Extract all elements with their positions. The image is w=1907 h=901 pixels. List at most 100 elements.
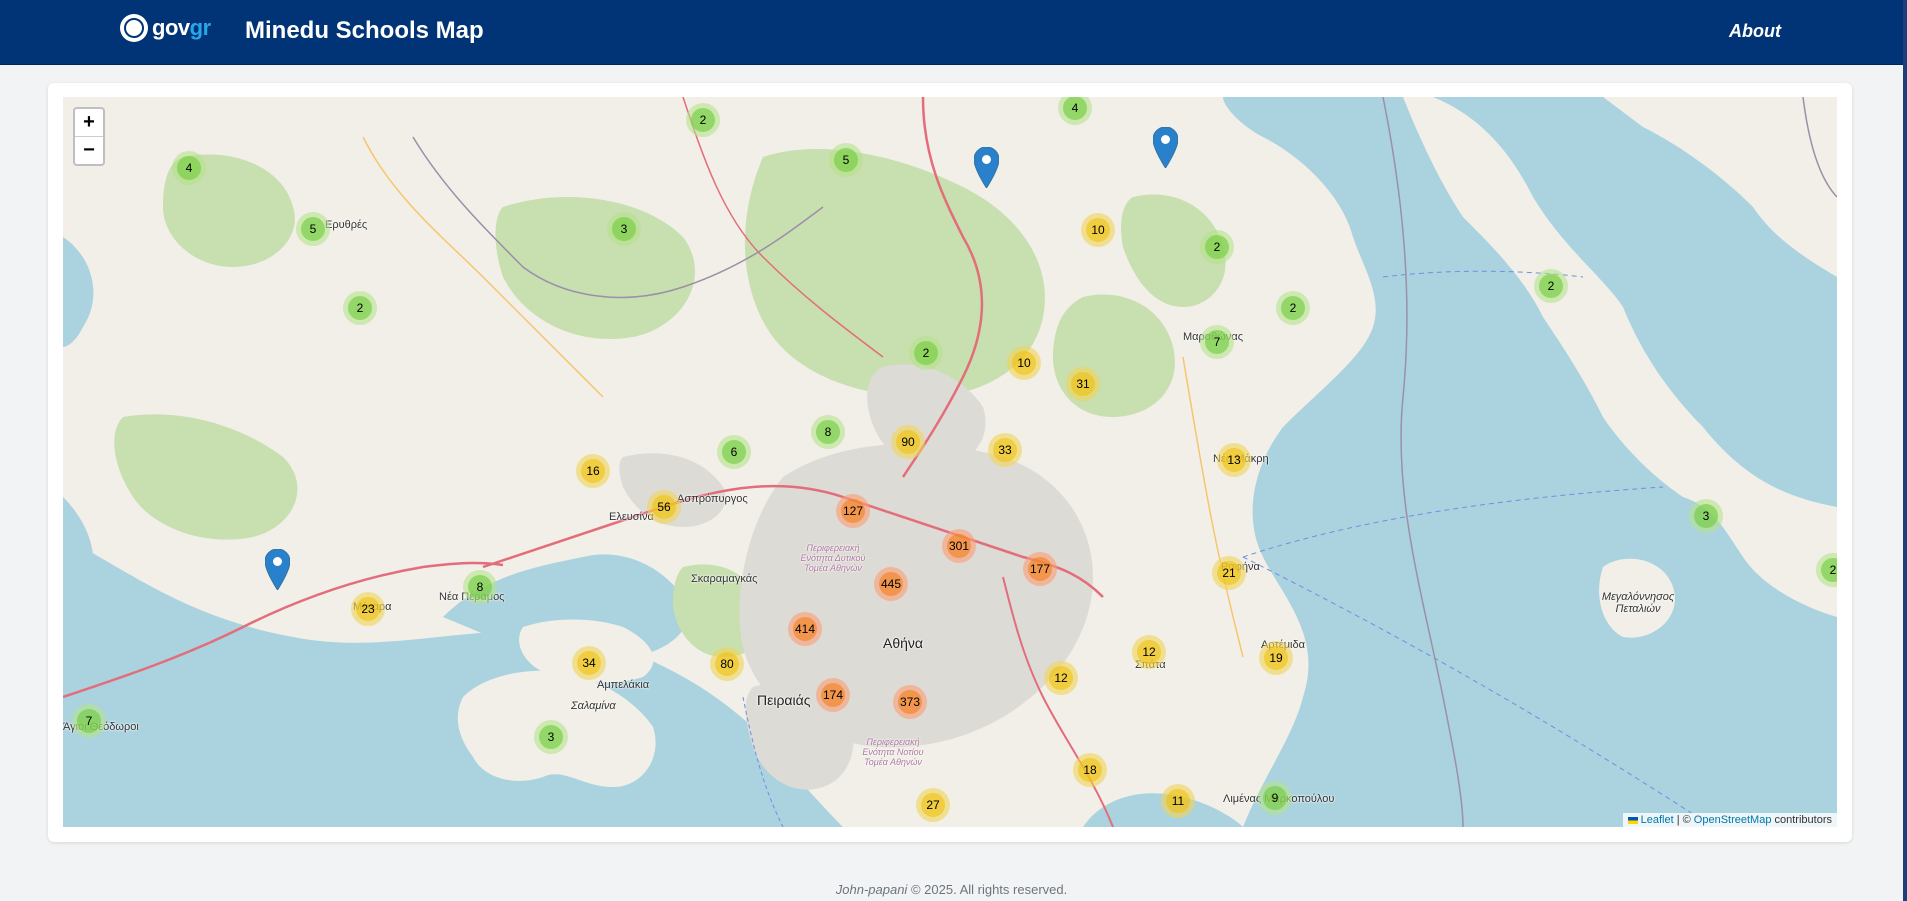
cluster-marker[interactable]: 13 [1217, 443, 1251, 477]
cluster-count: 9 [1263, 786, 1287, 810]
place-label: Ερυθρές [325, 219, 368, 231]
cluster-marker[interactable]: 4 [172, 151, 206, 185]
cluster-count: 2 [1821, 558, 1837, 582]
cluster-count: 127 [841, 499, 865, 523]
map-pin-icon[interactable] [1153, 127, 1178, 168]
cluster-marker[interactable]: 7 [72, 704, 106, 738]
cluster-marker[interactable]: 174 [816, 678, 850, 712]
window-scrollbar[interactable] [1903, 0, 1907, 901]
cluster-marker[interactable]: 6 [717, 435, 751, 469]
cluster-marker[interactable]: 5 [296, 212, 330, 246]
leaflet-link[interactable]: Leaflet [1641, 814, 1674, 826]
cluster-marker[interactable]: 8 [463, 570, 497, 604]
cluster-marker[interactable]: 301 [942, 529, 976, 563]
cluster-count: 80 [715, 652, 739, 676]
map-pin-icon[interactable] [265, 549, 290, 590]
cluster-marker[interactable]: 16 [576, 454, 610, 488]
cluster-count: 34 [577, 651, 601, 675]
cluster-count: 373 [898, 690, 922, 714]
cluster-count: 4 [177, 156, 201, 180]
cluster-count: 10 [1086, 218, 1110, 242]
cluster-marker[interactable]: 34 [572, 646, 606, 680]
cluster-count: 6 [722, 440, 746, 464]
cluster-count: 445 [879, 572, 903, 596]
map-pin-icon[interactable] [974, 147, 999, 188]
cluster-marker[interactable]: 2 [686, 103, 720, 137]
cluster-marker[interactable]: 9 [1258, 781, 1292, 815]
cluster-count: 18 [1078, 758, 1102, 782]
about-link[interactable]: About [1729, 21, 1781, 42]
zoom-control: + − [73, 107, 105, 166]
cluster-marker[interactable]: 19 [1259, 641, 1293, 675]
map-container[interactable]: + − Αθήνα Πειραιάς Σαλαμίνα Ελευσίνα Ασπ… [63, 97, 1837, 827]
cluster-marker[interactable]: 3 [534, 720, 568, 754]
app-title: Minedu Schools Map [245, 17, 484, 44]
cluster-count: 3 [612, 217, 636, 241]
logo-text: govgr [152, 15, 211, 40]
cluster-marker[interactable]: 56 [647, 490, 681, 524]
cluster-marker[interactable]: 18 [1073, 753, 1107, 787]
cluster-marker[interactable]: 3 [607, 212, 641, 246]
cluster-marker[interactable]: 27 [916, 788, 950, 822]
cluster-count: 174 [821, 683, 845, 707]
place-label: Πειραιάς [757, 692, 811, 708]
cluster-count: 2 [1539, 274, 1563, 298]
cluster-marker[interactable]: 33 [988, 433, 1022, 467]
cluster-marker[interactable]: 2 [1200, 230, 1234, 264]
cluster-count: 16 [581, 459, 605, 483]
map-attribution: Leaflet | © OpenStreetMap contributors [1622, 813, 1837, 827]
cluster-count: 23 [356, 597, 380, 621]
zoom-out-button[interactable]: − [75, 137, 103, 164]
cluster-count: 4 [1063, 97, 1087, 120]
cluster-marker[interactable]: 10 [1007, 346, 1041, 380]
footer-text: © 2025. All rights reserved. [910, 882, 1068, 897]
place-label: Ασπρόπυργος [677, 493, 748, 505]
cluster-marker[interactable]: 8 [811, 415, 845, 449]
zoom-in-button[interactable]: + [75, 109, 103, 137]
attribution-separator: | © [1676, 814, 1691, 826]
cluster-marker[interactable]: 12 [1132, 635, 1166, 669]
cluster-marker[interactable]: 7 [1200, 325, 1234, 359]
cluster-marker[interactable]: 11 [1161, 784, 1195, 818]
cluster-marker[interactable]: 373 [893, 685, 927, 719]
cluster-marker[interactable]: 2 [343, 291, 377, 325]
cluster-marker[interactable]: 21 [1212, 556, 1246, 590]
cluster-marker[interactable]: 90 [891, 425, 925, 459]
cluster-count: 90 [896, 430, 920, 454]
place-label: Σκαραμαγκάς [691, 573, 758, 585]
place-label: Μεγαλόννησος Πεταλιών [1601, 591, 1675, 615]
cluster-marker[interactable]: 2 [1276, 291, 1310, 325]
osm-link[interactable]: OpenStreetMap [1694, 814, 1772, 826]
cluster-count: 12 [1137, 640, 1161, 664]
place-label: Αθήνα [883, 635, 924, 651]
cluster-count: 2 [1205, 235, 1229, 259]
cluster-marker[interactable]: 31 [1066, 367, 1100, 401]
cluster-marker[interactable]: 80 [710, 647, 744, 681]
cluster-marker[interactable]: 127 [836, 494, 870, 528]
cluster-marker[interactable]: 10 [1081, 213, 1115, 247]
cluster-count: 8 [816, 420, 840, 444]
cluster-marker[interactable]: 2 [1534, 269, 1568, 303]
cluster-marker[interactable]: 5 [829, 143, 863, 177]
cluster-count: 10 [1012, 351, 1036, 375]
ukraine-flag-icon [1627, 816, 1638, 824]
place-label: Περιφερειακή Ενότητα Νοτίου Τομέα Αθηνών [862, 737, 924, 767]
footer-author: John-papani [835, 882, 908, 897]
cluster-marker[interactable]: 2 [909, 336, 943, 370]
cluster-marker[interactable]: 445 [874, 567, 908, 601]
cluster-marker[interactable]: 177 [1023, 552, 1057, 586]
govgr-logo[interactable]: govgr [120, 14, 211, 42]
cluster-count: 12 [1049, 666, 1073, 690]
map-tiles [63, 97, 1837, 827]
cluster-count: 7 [77, 709, 101, 733]
cluster-marker[interactable]: 23 [351, 592, 385, 626]
cluster-marker[interactable]: 12 [1044, 661, 1078, 695]
cluster-count: 33 [993, 438, 1017, 462]
cluster-count: 8 [468, 575, 492, 599]
cluster-marker[interactable]: 414 [788, 612, 822, 646]
cluster-count: 56 [652, 495, 676, 519]
cluster-count: 13 [1222, 448, 1246, 472]
cluster-count: 414 [793, 617, 817, 641]
cluster-marker[interactable]: 3 [1689, 499, 1723, 533]
place-label: Περιφερειακή Ενότητα Δυτικού Τομέα Αθηνώ… [800, 543, 866, 573]
